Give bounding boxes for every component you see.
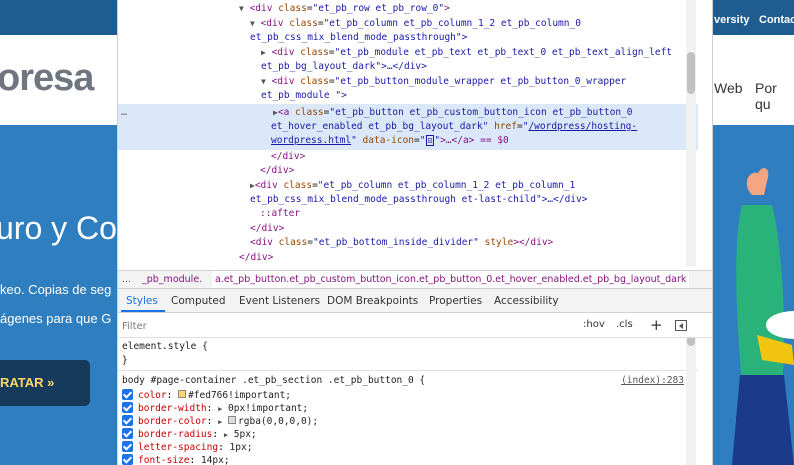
element-style-close: }: [122, 355, 128, 366]
menu-item-por-que[interactable]: Por qu: [755, 80, 794, 112]
elements-tree: ▼ <div class="et_pb_row et_pb_row_0"> ▼ …: [118, 0, 698, 266]
dom-close-div: </div>: [239, 252, 274, 263]
styles-scrollbar[interactable]: [686, 338, 696, 465]
css-prop-border-color[interactable]: border-color: ▶ rgba(0,0,0,0);: [122, 415, 318, 428]
expand-arrow-icon[interactable]: ▶: [224, 431, 228, 439]
prop-checkbox[interactable]: [122, 389, 133, 400]
expand-triangle-icon[interactable]: ▶: [261, 48, 266, 57]
topbar-link-university[interactable]: versity: [714, 14, 749, 26]
dom-close-div: </div>: [250, 223, 285, 234]
dom-node-text-0-cont: et_pb_bg_layout_dark">…</div>: [261, 61, 427, 72]
menu-item-web[interactable]: Web: [714, 80, 743, 96]
prop-checkbox[interactable]: [122, 415, 133, 426]
css-prop-font-size[interactable]: font-size: 14px;: [122, 454, 230, 465]
dom-node-selected-anchor[interactable]: … ▶<a class="et_pb_button et_pb_custom_b…: [118, 104, 698, 150]
site-logo[interactable]: oresa: [0, 57, 94, 100]
tab-dom-breakpoints[interactable]: DOM Breakpoints: [327, 295, 418, 307]
styles-filter-input[interactable]: [122, 318, 572, 334]
dom-node-column-0-cont: et_pb_css_mix_blend_mode_passthrough">: [250, 32, 468, 43]
tab-accessibility[interactable]: Accessibility: [494, 295, 559, 307]
hero-text-line-1: keo. Copias de seg: [0, 282, 112, 297]
tab-properties[interactable]: Properties: [429, 295, 482, 307]
tab-styles[interactable]: Styles: [126, 295, 158, 307]
more-actions-icon[interactable]: …: [121, 106, 127, 120]
elements-scrollbar[interactable]: [686, 0, 696, 266]
prop-checkbox[interactable]: [122, 402, 133, 413]
class-toggle[interactable]: .cls: [616, 319, 633, 330]
prop-checkbox[interactable]: [122, 428, 133, 439]
collapse-triangle-icon[interactable]: ▼: [261, 77, 266, 86]
hero-illustration: [732, 168, 794, 465]
css-prop-border-radius[interactable]: border-radius: ▶ 5px;: [122, 428, 257, 441]
dom-node-column-1[interactable]: ▶<div class="et_pb_column et_pb_column_1…: [250, 179, 575, 193]
css-prop-letter-spacing[interactable]: letter-spacing: 1px;: [122, 441, 252, 454]
dom-close-div: </div>: [271, 151, 306, 162]
styles-filter-bar: :hov .cls +: [118, 314, 712, 338]
rule-selector[interactable]: body #page-container .et_pb_section .et_…: [122, 374, 425, 387]
rule-divider: [118, 370, 698, 371]
dom-close-div: </div>: [260, 165, 295, 176]
expand-arrow-icon[interactable]: ▶: [218, 418, 222, 426]
hover-state-toggle[interactable]: :hov: [583, 319, 605, 330]
dom-pseudo-after[interactable]: ::after: [260, 207, 300, 221]
collapse-triangle-icon[interactable]: ▼: [250, 19, 255, 28]
rule-source-link[interactable]: (index):283: [621, 375, 684, 386]
active-tab-indicator: [121, 310, 165, 312]
dom-node-button-wrapper[interactable]: ▼ <div class="et_pb_button_module_wrappe…: [261, 75, 626, 89]
breadcrumb: ... _pb_module. a.et_pb_button.et_pb_cus…: [118, 270, 712, 289]
color-swatch-icon[interactable]: [228, 416, 237, 424]
dom-node-button-wrapper-cont: et_pb_module ">: [261, 90, 347, 101]
breadcrumb-item-module[interactable]: _pb_module.: [142, 271, 202, 288]
expand-arrow-icon[interactable]: ▶: [218, 405, 222, 413]
dom-node-text-0[interactable]: ▶ <div class="et_pb_module et_pb_text et…: [261, 46, 672, 60]
styles-pane: element.style { } body #page-container .…: [118, 338, 698, 465]
tab-computed[interactable]: Computed: [171, 295, 226, 307]
new-style-rule-icon[interactable]: +: [650, 316, 663, 334]
hero-cta-label: RATAR »: [0, 375, 55, 390]
color-swatch-icon[interactable]: [178, 390, 187, 398]
prop-checkbox[interactable]: [122, 454, 133, 465]
styles-tab-bar: Styles Computed Event Listeners DOM Brea…: [118, 289, 712, 313]
breadcrumb-item-active[interactable]: a.et_pb_button.et_pb_custom_button_icon.…: [212, 271, 690, 288]
href-link[interactable]: /wordpress/hosting-: [528, 121, 637, 132]
scrollbar-thumb[interactable]: [687, 52, 695, 94]
collapse-triangle-icon[interactable]: ▼: [239, 4, 244, 13]
devtools-panel: ▼ <div class="et_pb_row et_pb_row_0"> ▼ …: [117, 0, 713, 465]
scrollbar-thumb[interactable]: [687, 338, 695, 346]
breadcrumb-overflow[interactable]: ...: [122, 271, 131, 288]
dom-node-column-0[interactable]: ▼ <div class="et_pb_column et_pb_column_…: [250, 17, 581, 31]
dom-node-column-1-cont: et_pb_css_mix_blend_mode_passthrough et-…: [250, 194, 588, 205]
css-prop-color[interactable]: color: #fed766!important;: [122, 389, 291, 402]
dom-node-row-0[interactable]: ▼ <div class="et_pb_row et_pb_row_0">: [239, 2, 450, 16]
hero-text-line-2: ágenes para que G: [0, 311, 112, 326]
dom-node-bottom-divider[interactable]: <div class="et_pb_bottom_inside_divider"…: [250, 236, 553, 250]
tab-event-listeners[interactable]: Event Listeners: [239, 295, 320, 307]
hero-cta-button[interactable]: RATAR »: [0, 360, 90, 406]
prop-checkbox[interactable]: [122, 441, 133, 452]
css-prop-border-width[interactable]: border-width: ▶ 0px!important;: [122, 402, 308, 415]
element-style-open[interactable]: element.style {: [122, 340, 208, 353]
toggle-sidebar-icon[interactable]: [675, 320, 687, 331]
topbar-link-contact[interactable]: Contac: [759, 14, 794, 26]
href-link-cont[interactable]: wordpress.html: [271, 135, 351, 146]
hero-title: uro y Co: [0, 210, 117, 246]
